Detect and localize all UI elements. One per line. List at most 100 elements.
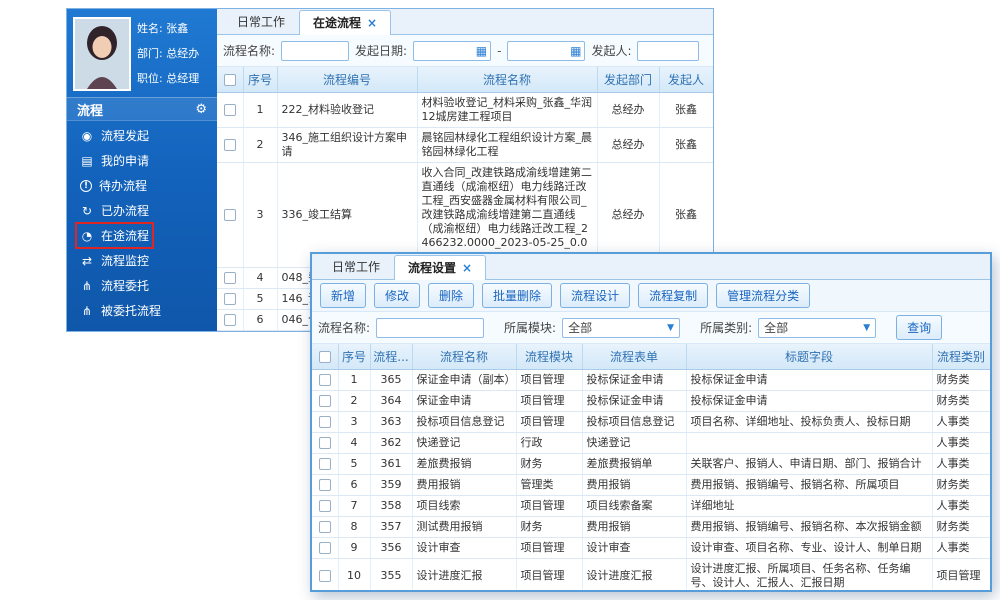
category-select[interactable]: 全部 ▼ xyxy=(758,318,876,338)
table-cell: 361 xyxy=(370,454,412,475)
row-checkbox[interactable] xyxy=(224,272,236,284)
table-cell: 222_材料验收登记 xyxy=(277,93,417,128)
row-checkbox-cell xyxy=(312,517,338,538)
table-row[interactable]: 1222_材料验收登记材料验收登记_材料采购_张鑫_华润12城房建工程项目总经办… xyxy=(217,93,713,128)
tab-process-settings[interactable]: 流程设置× xyxy=(394,255,486,280)
row-checkbox[interactable] xyxy=(319,500,331,512)
gear-icon[interactable]: ⚙ xyxy=(195,102,207,117)
table-cell: 5 xyxy=(243,289,277,310)
start-date-label: 发起日期: xyxy=(355,42,407,59)
profile-position: 职位: 总经理 xyxy=(137,66,199,91)
table-cell: 投标保证金申请 xyxy=(582,370,686,391)
process-name-input[interactable] xyxy=(376,318,484,338)
table-row[interactable]: 3363投标项目信息登记项目管理投标项目信息登记项目名称、详细地址、投标负责人、… xyxy=(312,412,990,433)
table-cell: 投标保证金申请 xyxy=(686,391,932,412)
sidebar-item-label: 流程监控 xyxy=(101,252,149,269)
process-toolbar: 新增 修改 删除 批量删除 流程设计 流程复制 管理流程分类 xyxy=(312,280,990,312)
close-tab-icon[interactable]: × xyxy=(462,261,472,275)
table-row[interactable]: 9356设计审查项目管理设计审查设计审查、项目名称、专业、设计人、制单日期人事类 xyxy=(312,538,990,559)
row-checkbox[interactable] xyxy=(224,209,236,221)
table-cell: 快递登记 xyxy=(582,433,686,454)
process-copy-button[interactable]: 流程复制 xyxy=(638,283,708,308)
table-cell: 2 xyxy=(338,391,370,412)
table-cell: 测试费用报销 xyxy=(412,517,516,538)
table-row[interactable]: 6359费用报销管理类费用报销费用报销、报销编号、报销名称、所属项目财务类 xyxy=(312,475,990,496)
process-name-input[interactable] xyxy=(281,41,349,61)
table-row[interactable]: 4362快递登记行政快递登记人事类 xyxy=(312,433,990,454)
front-filter-bar: 流程名称: 所属模块: 全部 ▼ 所属类别: 全部 ▼ 查询 xyxy=(312,312,990,344)
row-checkbox-cell xyxy=(312,475,338,496)
add-button[interactable]: 新增 xyxy=(320,283,366,308)
table-cell: 356 xyxy=(370,538,412,559)
profile-name: 姓名: 张鑫 xyxy=(137,16,199,41)
row-checkbox-cell xyxy=(217,93,243,128)
row-checkbox[interactable] xyxy=(319,521,331,533)
start-date-input[interactable]: ▦ xyxy=(413,41,491,61)
column-header: 流程模块 xyxy=(516,344,582,370)
row-checkbox[interactable] xyxy=(319,416,331,428)
table-row[interactable]: 1365保证金申请（副本）项目管理投标保证金申请投标保证金申请财务类 xyxy=(312,370,990,391)
table-cell: 设计进度汇报、所属项目、任务名称、任务编号、设计人、汇报人、汇报日期 xyxy=(686,559,932,593)
table-cell: 365 xyxy=(370,370,412,391)
tab-in-transit-processes[interactable]: 在途流程× xyxy=(299,10,391,35)
end-date-input[interactable]: ▦ xyxy=(507,41,585,61)
row-checkbox[interactable] xyxy=(319,374,331,386)
table-cell: 10 xyxy=(338,559,370,593)
table-row[interactable]: 7358项目线索项目管理项目线索备案详细地址人事类 xyxy=(312,496,990,517)
row-checkbox[interactable] xyxy=(319,437,331,449)
sidebar-item-label: 流程委托 xyxy=(101,277,149,294)
row-checkbox-cell xyxy=(217,310,243,331)
row-checkbox[interactable] xyxy=(319,570,331,582)
table-row[interactable]: 2364保证金申请项目管理投标保证金申请投标保证金申请财务类 xyxy=(312,391,990,412)
sidebar-menu: ◉流程发起 ▤我的申请 !待办流程 ↻已办流程 ◔在途流程 ⇄流程监控 ⋔流程委… xyxy=(67,121,217,323)
table-cell: 项目管理 xyxy=(516,559,582,593)
sidebar-item-pending-processes[interactable]: !待办流程 xyxy=(67,173,217,198)
initiator-input[interactable] xyxy=(637,41,699,61)
profile-card: 姓名: 张鑫 部门: 总经办 职位: 总经理 xyxy=(67,9,217,97)
manage-process-category-button[interactable]: 管理流程分类 xyxy=(716,283,810,308)
table-row[interactable]: 10355设计进度汇报项目管理设计进度汇报设计进度汇报、所属项目、任务名称、任务… xyxy=(312,559,990,593)
table-cell: 1 xyxy=(243,93,277,128)
table-cell: 投标保证金申请 xyxy=(686,370,932,391)
delete-button[interactable]: 删除 xyxy=(428,283,474,308)
modify-button[interactable]: 修改 xyxy=(374,283,420,308)
calendar-icon[interactable]: ▦ xyxy=(476,45,487,57)
sidebar-section-title: 流程 xyxy=(77,100,103,119)
sidebar-item-in-transit-processes[interactable]: ◔在途流程 xyxy=(67,223,217,248)
row-checkbox[interactable] xyxy=(224,314,236,326)
process-settings-table: 序号 流程... 流程名称 流程模块 流程表单 标题字段 流程类别 1365保证… xyxy=(312,344,991,592)
row-checkbox[interactable] xyxy=(319,395,331,407)
table-row[interactable]: 5361差旅费报销财务差旅费报销单关联客户、报销人、申请日期、部门、报销合计人事… xyxy=(312,454,990,475)
table-cell: 4 xyxy=(243,268,277,289)
table-row[interactable]: 2346_施工组织设计方案申请晨铭园林绿化工程组织设计方案_晨铭园林绿化工程总经… xyxy=(217,128,713,163)
sidebar-item-process-monitor[interactable]: ⇄流程监控 xyxy=(67,248,217,273)
initiator-label: 发起人: xyxy=(591,42,631,59)
row-checkbox[interactable] xyxy=(319,542,331,554)
row-checkbox[interactable] xyxy=(224,104,236,116)
table-cell: 财务类 xyxy=(932,517,990,538)
module-select[interactable]: 全部 ▼ xyxy=(562,318,680,338)
sidebar-item-process-delegation[interactable]: ⋔流程委托 xyxy=(67,273,217,298)
table-cell: 设计进度汇报 xyxy=(582,559,686,593)
row-checkbox[interactable] xyxy=(224,139,236,151)
tab-daily-work[interactable]: 日常工作 xyxy=(223,9,299,34)
batch-delete-button[interactable]: 批量删除 xyxy=(482,283,552,308)
table-cell: 项目管理 xyxy=(516,412,582,433)
row-checkbox[interactable] xyxy=(319,479,331,491)
process-design-button[interactable]: 流程设计 xyxy=(560,283,630,308)
row-checkbox[interactable] xyxy=(319,458,331,470)
table-cell: 财务 xyxy=(516,454,582,475)
search-button[interactable]: 查询 xyxy=(896,315,942,340)
select-all-checkbox[interactable] xyxy=(319,351,331,363)
sidebar-item-process-initiate[interactable]: ◉流程发起 xyxy=(67,123,217,148)
close-tab-icon[interactable]: × xyxy=(367,16,377,30)
table-row[interactable]: 8357测试费用报销财务费用报销费用报销、报销编号、报销名称、本次报销金额财务类 xyxy=(312,517,990,538)
row-checkbox[interactable] xyxy=(224,293,236,305)
select-all-checkbox[interactable] xyxy=(224,74,236,86)
calendar-icon[interactable]: ▦ xyxy=(570,45,581,57)
sidebar-item-my-applications[interactable]: ▤我的申请 xyxy=(67,148,217,173)
column-header: 序号 xyxy=(243,67,277,93)
sidebar-item-delegated-processes[interactable]: ⋔被委托流程 xyxy=(67,298,217,323)
sidebar-item-completed-processes[interactable]: ↻已办流程 xyxy=(67,198,217,223)
tab-daily-work[interactable]: 日常工作 xyxy=(318,254,394,279)
